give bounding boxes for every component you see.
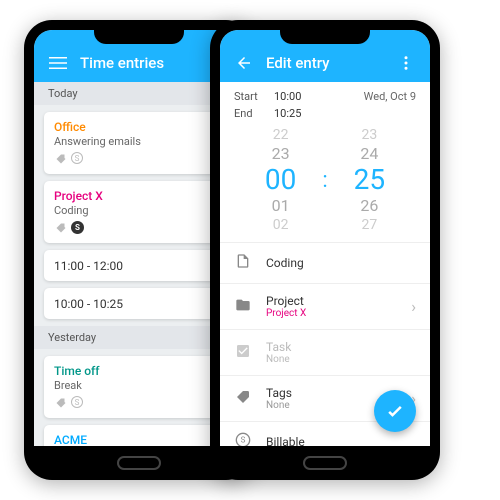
entry-icons: S [54,221,224,235]
home-button[interactable] [117,456,161,470]
notch [94,30,184,44]
time-picker[interactable]: 22 23 00 01 02 : 23 24 25 26 27 [220,122,430,242]
hamburger-icon [49,54,67,72]
home-button[interactable] [303,456,347,470]
back-button[interactable] [230,54,258,72]
picker-minute-option: 23 [354,126,385,144]
tag-icon [54,152,68,166]
billable-label: Billable [266,435,416,446]
check-icon [385,401,405,421]
arrow-back-icon [235,54,253,72]
picker-minute-option: 27 [354,216,385,234]
task-value: None [266,354,416,365]
svg-text:S: S [241,436,246,445]
billable-icon: S [234,432,252,446]
entry-project: Time off [54,364,224,378]
more-vert-icon [397,54,415,72]
end-time-row[interactable]: End 10:25 [220,105,430,122]
notch [280,30,370,44]
picker-hours[interactable]: 22 23 00 01 02 [265,126,296,234]
entry-desc: Answering emails [54,135,224,148]
billable-icon: S [71,396,83,408]
entry-card[interactable]: Project X Coding S [44,181,234,243]
task-row: Task None [220,329,430,375]
tag-icon [54,396,68,410]
end-value: 10:25 [274,107,416,120]
entry-project: Project X [54,189,224,203]
picker-hour-option: 01 [265,196,296,216]
entry-time: 10:00 - 10:25 [54,297,224,311]
entry-project: ACME [54,433,224,446]
project-label: Project [266,294,397,308]
picker-hour-option: 02 [265,216,296,234]
desc-row[interactable]: Coding [220,242,430,283]
picker-minutes[interactable]: 23 24 25 26 27 [354,126,385,234]
start-date: Wed, Oct 9 [364,90,416,103]
entry-time: 11:00 - 12:00 [54,259,224,273]
appbar-title-right: Edit entry [266,54,392,72]
picker-hour-active: 00 [265,164,296,196]
picker-colon: : [322,168,327,193]
project-row[interactable]: Project Project X › [220,283,430,329]
tag-icon [54,221,68,235]
start-time-row[interactable]: Start 10:00 Wed, Oct 9 [220,88,430,105]
save-fab[interactable] [374,390,416,432]
entry-card[interactable]: Office Answering emails S [44,112,234,174]
chevron-right-icon: › [411,297,416,316]
screen-right: Edit entry Start 10:00 Wed, Oct 9 End 10… [220,30,430,446]
billable-icon: S [71,221,84,234]
picker-minute-option: 26 [354,196,385,216]
more-button[interactable] [392,54,420,72]
task-label: Task [266,340,416,354]
folder-icon [234,297,252,317]
start-value: 10:00 [274,90,364,103]
menu-button[interactable] [44,54,72,72]
billable-icon: S [71,152,83,164]
tag-icon [234,389,252,409]
entry-icons: S [54,396,224,410]
end-label: End [234,107,274,120]
description-icon [234,253,252,273]
entry-project: Office [54,120,224,134]
picker-minute-active: 25 [354,164,385,196]
picker-hour-option: 22 [265,126,296,144]
desc-label: Coding [266,256,416,270]
entry-card[interactable]: 11:00 - 12:00 [44,250,234,281]
entry-card[interactable]: ACME Coding [44,425,234,446]
entry-icons: S [54,152,224,166]
entry-card[interactable]: Time off Break S [44,356,234,418]
start-label: Start [234,90,274,103]
task-icon [234,343,252,363]
entry-desc: Break [54,379,224,392]
edit-body: Start 10:00 Wed, Oct 9 End 10:25 22 23 0… [220,82,430,446]
entry-card[interactable]: 10:00 - 10:25 [44,288,234,319]
picker-hour-option: 23 [265,144,296,164]
project-value: Project X [266,308,397,319]
entry-desc: Coding [54,204,224,217]
phone-right: Edit entry Start 10:00 Wed, Oct 9 End 10… [210,20,440,480]
picker-minute-option: 24 [354,144,385,164]
